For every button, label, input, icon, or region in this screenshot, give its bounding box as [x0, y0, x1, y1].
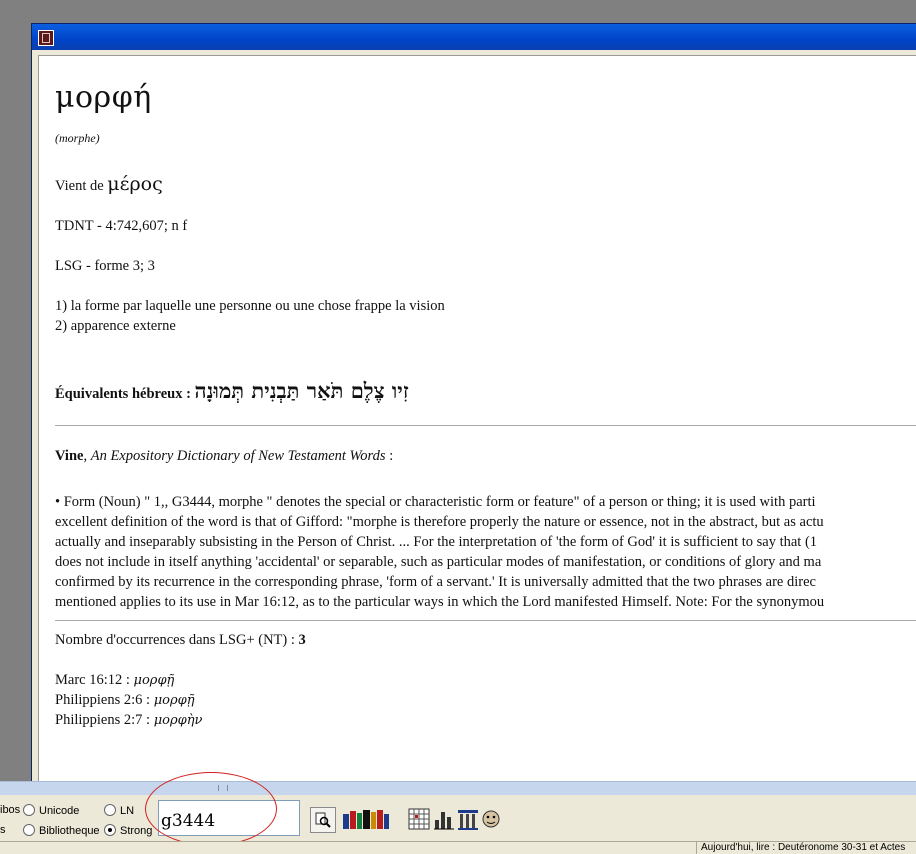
vine-line: mentioned applies to its use in Mar 16:1… [55, 594, 825, 610]
definition-1: 1) la forme par laquelle une personne ou… [55, 298, 445, 314]
divider [55, 620, 916, 621]
radio-strong[interactable]: Strong [104, 824, 152, 837]
occurrence-ref[interactable]: Philippiens 2:7 : μορφὴν [55, 712, 202, 729]
vine-line: actually and inseparably subsisting in t… [55, 534, 818, 550]
search-toolbar: ibos s Unicode LN Bibliotheque Strong [0, 795, 916, 841]
hebrew-words[interactable]: זִיו צֶלֶם תֹּאַר תַּבְנִית תְּמוּנָה [195, 378, 409, 403]
columns-button[interactable] [456, 807, 480, 831]
vine-title: An Expository Dictionary of New Testamen… [90, 448, 386, 464]
radio-circle[interactable] [23, 824, 35, 836]
ref-label[interactable]: Philippiens 2:7 : [55, 712, 154, 728]
vine-heading: Vine, An Expository Dictionary of New Te… [55, 448, 393, 465]
ref-greek: μορφῇ [133, 673, 175, 688]
search-button[interactable] [310, 807, 336, 833]
derivation: Vient de μέρος [55, 173, 163, 195]
ref-greek: μορφὴν [153, 713, 203, 728]
transliteration: (morphe) [55, 131, 100, 145]
vine-line: does not include in itself anything 'acc… [55, 554, 822, 570]
ref-greek: μορφῇ [153, 693, 195, 708]
vine-line: confirmed by its recurrence in the corre… [55, 574, 816, 590]
ref-label[interactable]: Philippiens 2:6 : [55, 692, 154, 708]
library-button[interactable] [342, 807, 390, 831]
occurrence-ref[interactable]: Marc 16:12 : μορφῇ [55, 672, 174, 689]
grid-icon [408, 808, 430, 830]
face-button[interactable] [480, 807, 502, 831]
vine-separator: , [83, 448, 91, 464]
occurrence-label: Nombre d'occurrences dans LSG+ (NT) : [55, 632, 299, 648]
splitter-bar[interactable] [0, 781, 916, 796]
entry-panel: μορφή (morphe) Vient de μέρος TDNT - 4:7… [38, 55, 916, 792]
status-reading-plan: Aujourd'hui, lire : Deutéronome 30-31 et… [696, 842, 916, 854]
columns-icon [458, 810, 478, 830]
divider [55, 425, 916, 426]
status-bar: Aujourd'hui, lire : Deutéronome 30-31 et… [0, 841, 916, 854]
radio-label: LN [120, 805, 135, 817]
hebrew-colon: : [182, 386, 195, 402]
derivation-prefix: Vient de [55, 178, 108, 194]
radio-bibliotheque[interactable]: Bibliotheque [23, 824, 100, 837]
chart-button[interactable] [432, 807, 456, 831]
hebrew-label: Équivalents hébreux [55, 386, 183, 402]
headword: μορφή [55, 80, 152, 115]
option-partial-top: ibos [0, 804, 21, 816]
vine-line: • Form (Noun) " 1,, G3444, morphe " deno… [55, 494, 816, 510]
occurrence-number: 3 [298, 632, 306, 648]
option-partial-bottom: s [0, 824, 6, 836]
definition-2: 2) apparence externe [55, 318, 176, 334]
radio-circle[interactable] [104, 804, 116, 816]
books-icon [343, 810, 389, 829]
vine-line: excellent definition of the word is that… [55, 514, 824, 530]
face-icon [482, 810, 500, 828]
chart-icon [434, 812, 454, 830]
title-bar[interactable] [32, 24, 916, 50]
vine-colon: : [385, 448, 394, 464]
lsg-line: LSG - forme 3; 3 [55, 258, 155, 274]
radio-circle[interactable] [104, 824, 116, 836]
radio-label: Unicode [39, 805, 80, 817]
app-icon[interactable] [38, 30, 54, 46]
occurrence-ref[interactable]: Philippiens 2:6 : μορφῇ [55, 692, 195, 709]
vine-author: Vine [55, 448, 84, 464]
radio-label: Strong [120, 825, 153, 837]
vine-article: • Form (Noun) " 1,, G3444, morphe " deno… [55, 492, 824, 612]
radio-ln[interactable]: LN [104, 804, 134, 817]
occurrence-count: Nombre d'occurrences dans LSG+ (NT) : 3 [55, 632, 306, 649]
search-icon [315, 812, 331, 828]
highlight-ellipse [145, 772, 277, 846]
tdnt-line: TDNT - 4:742,607; n f [55, 218, 188, 234]
main-window: μορφή (morphe) Vient de μέρος TDNT - 4:7… [31, 23, 916, 795]
ref-label[interactable]: Marc 16:12 : [55, 672, 134, 688]
derivation-greek[interactable]: μέρος [107, 173, 162, 195]
hebrew-equivalents: Équivalents hébreux : זִיו צֶלֶם תֹּאַר … [55, 378, 409, 404]
radio-label: Bibliotheque [39, 825, 100, 837]
grid-button[interactable] [407, 807, 431, 831]
radio-circle[interactable] [23, 804, 35, 816]
radio-unicode[interactable]: Unicode [23, 804, 79, 817]
